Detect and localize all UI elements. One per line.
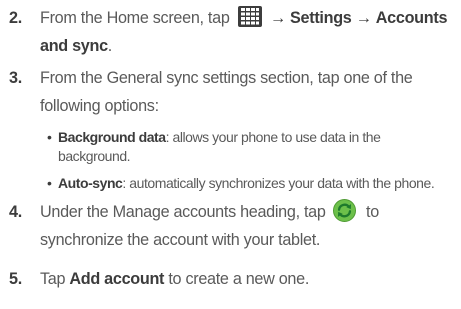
step-text-line: From the General sync settings section, … <box>40 69 413 87</box>
step-2: 2. From the Home screen, tap → Settings … <box>0 4 461 60</box>
step-text: From the General sync settings section, … <box>40 64 456 120</box>
step-text-prefix: From the Home screen, tap <box>40 9 230 27</box>
step-number: 5. <box>9 270 22 288</box>
option-auto-sync: • Auto-sync: automatically synchronizes … <box>47 174 459 193</box>
step-5: 5. Tap Add account to create a new one. <box>0 265 461 293</box>
step-text-suffix: to create a new one. <box>168 270 310 288</box>
step-text: From the Home screen, tap → Settings → A… <box>40 4 456 60</box>
step-4: 4. Under the Manage accounts heading, ta… <box>0 198 461 254</box>
step-number: 2. <box>9 9 22 27</box>
period: . <box>107 37 113 55</box>
option-desc: : allows your phone to use data in the <box>165 129 381 145</box>
step-number: 4. <box>9 203 22 221</box>
step-text: Tap Add account to create a new one. <box>40 265 456 293</box>
option-background-data: • Background data: allows your phone to … <box>47 128 459 166</box>
option-desc: : automatically synchronizes your data w… <box>122 175 435 191</box>
arrow: → <box>269 9 286 27</box>
option-text: Background data: allows your phone to us… <box>58 128 458 166</box>
step-number: 3. <box>9 69 22 87</box>
bullet-dot: • <box>47 175 52 191</box>
step-text-prefix: Tap <box>40 270 66 288</box>
add-account-label: Add account <box>69 270 165 288</box>
option-term: Background data <box>58 129 166 145</box>
step-text-line: following options: <box>40 97 159 115</box>
step-text-prefix: Under the Manage accounts heading, tap <box>40 203 326 221</box>
accounts-label: Accounts <box>375 9 448 27</box>
sync-icon <box>332 199 356 222</box>
option-text: Auto-sync: automatically synchronizes yo… <box>58 174 458 193</box>
step-text: Under the Manage accounts heading, tap t… <box>40 198 456 254</box>
apps-grid-icon <box>237 6 262 27</box>
arrow: → <box>355 9 372 27</box>
step-text-suffix: to <box>366 203 379 221</box>
step-3: 3. From the General sync settings sectio… <box>0 64 461 120</box>
and-sync-label: and sync <box>40 37 108 55</box>
option-desc: background. <box>58 148 131 164</box>
bullet-dot: • <box>47 129 52 145</box>
option-term: Auto-sync <box>58 175 123 191</box>
step-text-line: synchronize the account with your tablet… <box>40 231 321 249</box>
settings-label: Settings <box>290 9 352 27</box>
